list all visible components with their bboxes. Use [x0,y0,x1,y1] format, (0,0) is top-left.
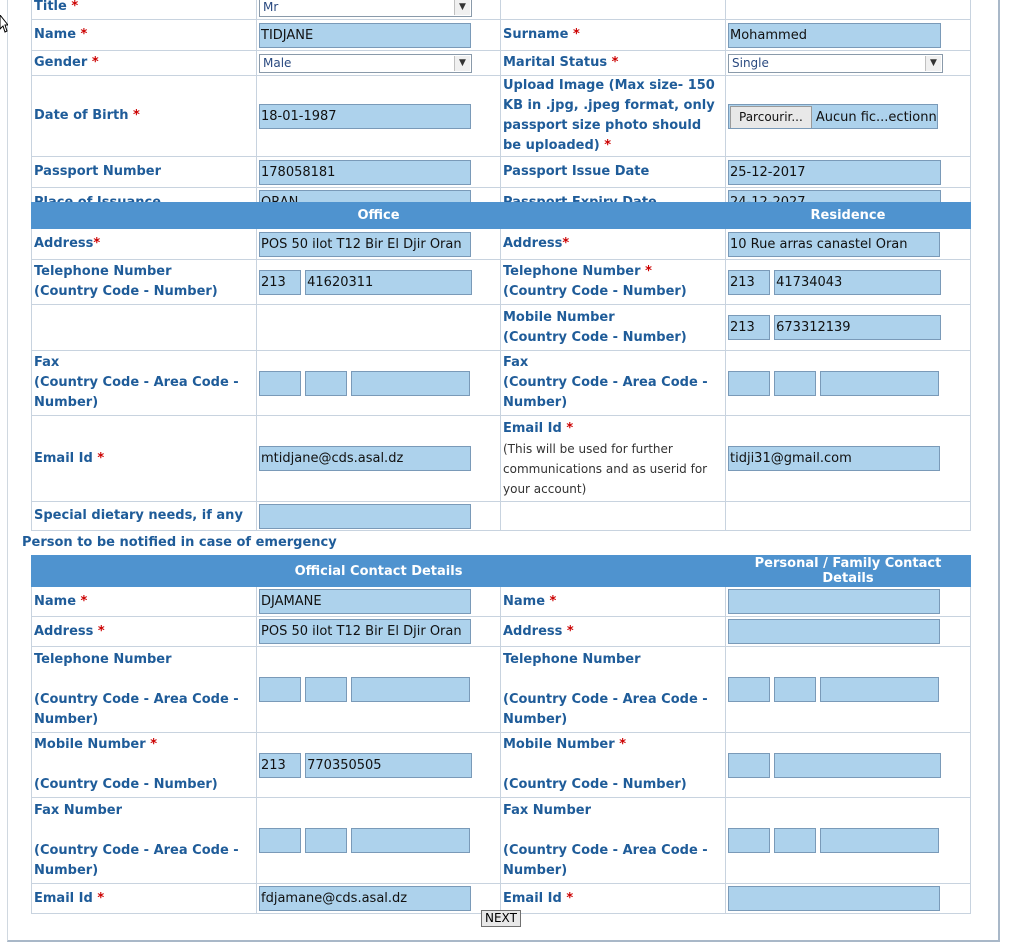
personal-email-input[interactable] [728,886,940,911]
residence-fax-country-code-input[interactable] [728,370,770,396]
gender-label: Gender * [34,55,99,70]
residence-mobile-label: Mobile Number (Country Code - Number) [503,309,687,345]
office-fax-area-code-input[interactable] [305,370,348,396]
office-address-input[interactable]: POS 50 ilot T12 Bir El Djir Oran [259,231,471,257]
official-fax-number-input[interactable] [351,828,471,853]
office-address-label: Address* [34,236,101,251]
residence-fax-number-input[interactable] [820,370,940,396]
name-input[interactable]: TIDJANE [259,22,471,48]
title-label: Title * [34,0,79,14]
personal-tel-country-code-input[interactable] [728,677,770,702]
next-button[interactable]: NEXT [481,910,521,927]
passport-number-input[interactable]: 178058181 [259,159,471,185]
mouse-cursor-icon [0,15,8,33]
office-fax-number-input[interactable] [351,370,471,396]
personal-tel-area-code-input[interactable] [774,677,817,702]
chevron-down-icon: ▼ [454,55,470,71]
emergency-section-title: Person to be notified in case of emergen… [22,535,337,550]
official-address-input[interactable]: POS 50 ilot T12 Bir El Djir Oran [259,619,471,644]
office-tel-country-code-input[interactable]: 213 [259,269,301,295]
chevron-down-icon: ▼ [925,55,941,71]
official-fax-label: Fax Number (Country Code - Area Code - Num… [34,802,239,878]
residence-mobile-number-input[interactable]: 673312139 [774,315,942,340]
residence-telephone-label: Telephone Number * (Country Code - Number… [503,264,687,299]
office-telephone-label: Telephone Number (Country Code - Number) [34,264,218,299]
official-mobile-number-input[interactable]: 770350505 [305,752,473,778]
residence-mobile-country-code-input[interactable]: 213 [728,315,770,340]
name-label: Name * [34,27,88,42]
official-name-input[interactable]: DJAMANE [259,589,471,614]
official-fax-area-code-input[interactable] [305,828,348,853]
official-tel-number-input[interactable] [351,677,471,702]
dietary-needs-label: Special dietary needs, if any [34,508,243,523]
chevron-down-icon: ▼ [454,0,470,15]
personal-email-label: Email Id * [503,890,574,906]
title-select[interactable]: Mr ▼ [259,0,472,17]
personal-telephone-label: Telephone Number (Country Code - Area Cod… [503,651,708,727]
residence-tel-number-input[interactable]: 41734043 [774,269,942,295]
office-email-input[interactable]: mtidjane@cds.asal.dz [259,446,471,471]
residence-address-label: Address* [503,236,570,251]
residence-email-input[interactable]: tidji31@gmail.com [728,446,940,471]
personal-mobile-label: Mobile Number * (Country Code - Number) [503,737,687,792]
personal-address-input[interactable] [728,619,940,644]
dob-input[interactable]: 18-01-1987 [259,103,471,129]
surname-input[interactable]: Mohammed [728,22,941,48]
emergency-contact-table: Official Contact Details Personal / Fami… [31,555,971,914]
official-tel-area-code-input[interactable] [305,677,348,702]
gender-select[interactable]: Male ▼ [259,53,472,73]
passport-number-label: Passport Number [34,164,162,179]
personal-tel-number-input[interactable] [820,677,940,702]
office-tel-number-input[interactable]: 41620311 [305,269,473,295]
office-fax-label: Fax (Country Code - Area Code - Number) [34,355,239,410]
official-email-label: Email Id * [34,890,105,906]
upload-status-text: Aucun fic...ectionné. [815,109,938,125]
marital-status-label: Marital Status * [503,55,619,70]
personal-fax-area-code-input[interactable] [774,828,817,853]
passport-issue-date-input[interactable]: 25-12-2017 [728,159,941,185]
official-email-input[interactable]: fdjamane@cds.asal.dz [259,886,471,911]
marital-status-select[interactable]: Single ▼ [728,53,943,73]
personal-name-input[interactable] [728,589,940,614]
personal-mobile-country-code-input[interactable] [728,752,770,778]
personal-fax-number-input[interactable] [820,828,940,853]
email-usage-note: (This will be used for further communica… [503,441,708,496]
upload-image-file-input[interactable]: Parcourir... Aucun fic...ectionné. [728,103,938,129]
dietary-needs-input[interactable] [259,503,471,529]
dob-label: Date of Birth * [34,108,140,123]
residence-header: Residence [725,202,971,229]
passport-issue-date-label: Passport Issue Date [503,164,650,179]
official-fax-country-code-input[interactable] [259,828,301,853]
official-mobile-country-code-input[interactable]: 213 [259,752,301,778]
personal-fax-country-code-input[interactable] [728,828,770,853]
residence-fax-area-code-input[interactable] [774,370,817,396]
official-telephone-label: Telephone Number (Country Code - Area Cod… [34,651,239,727]
official-address-label: Address * [34,623,105,639]
upload-image-label: Upload Image (Max size- 150 KB in .jpg, … [503,78,715,153]
office-header: Office [256,202,501,229]
office-email-label: Email Id * [34,450,105,466]
residence-tel-country-code-input[interactable]: 213 [728,269,770,295]
personal-contact-header: Personal / Family Contact Details [725,555,971,587]
personal-name-label: Name * [503,593,557,609]
office-fax-country-code-input[interactable] [259,370,301,396]
browse-button[interactable]: Parcourir... [730,105,812,128]
surname-label: Surname * [503,27,580,42]
residence-address-input[interactable]: 10 Rue arras canastel Oran [728,231,940,257]
residence-fax-label: Fax (Country Code - Area Code - Number) [503,355,708,410]
contact-details-table: Office Residence Address* POS 50 ilot T1… [31,202,971,531]
residence-email-label: Email Id * [503,420,574,436]
official-name-label: Name * [34,593,88,609]
personal-fax-label: Fax Number (Country Code - Area Code - Num… [503,802,708,878]
official-tel-country-code-input[interactable] [259,677,301,702]
official-mobile-label: Mobile Number * (Country Code - Number) [34,737,218,792]
personal-address-label: Address * [503,623,574,639]
official-contact-header: Official Contact Details [256,555,501,587]
personal-mobile-number-input[interactable] [774,752,942,778]
personal-details-table: Title * Mr ▼ Name * TIDJANE Surname * Moh… [31,0,971,218]
